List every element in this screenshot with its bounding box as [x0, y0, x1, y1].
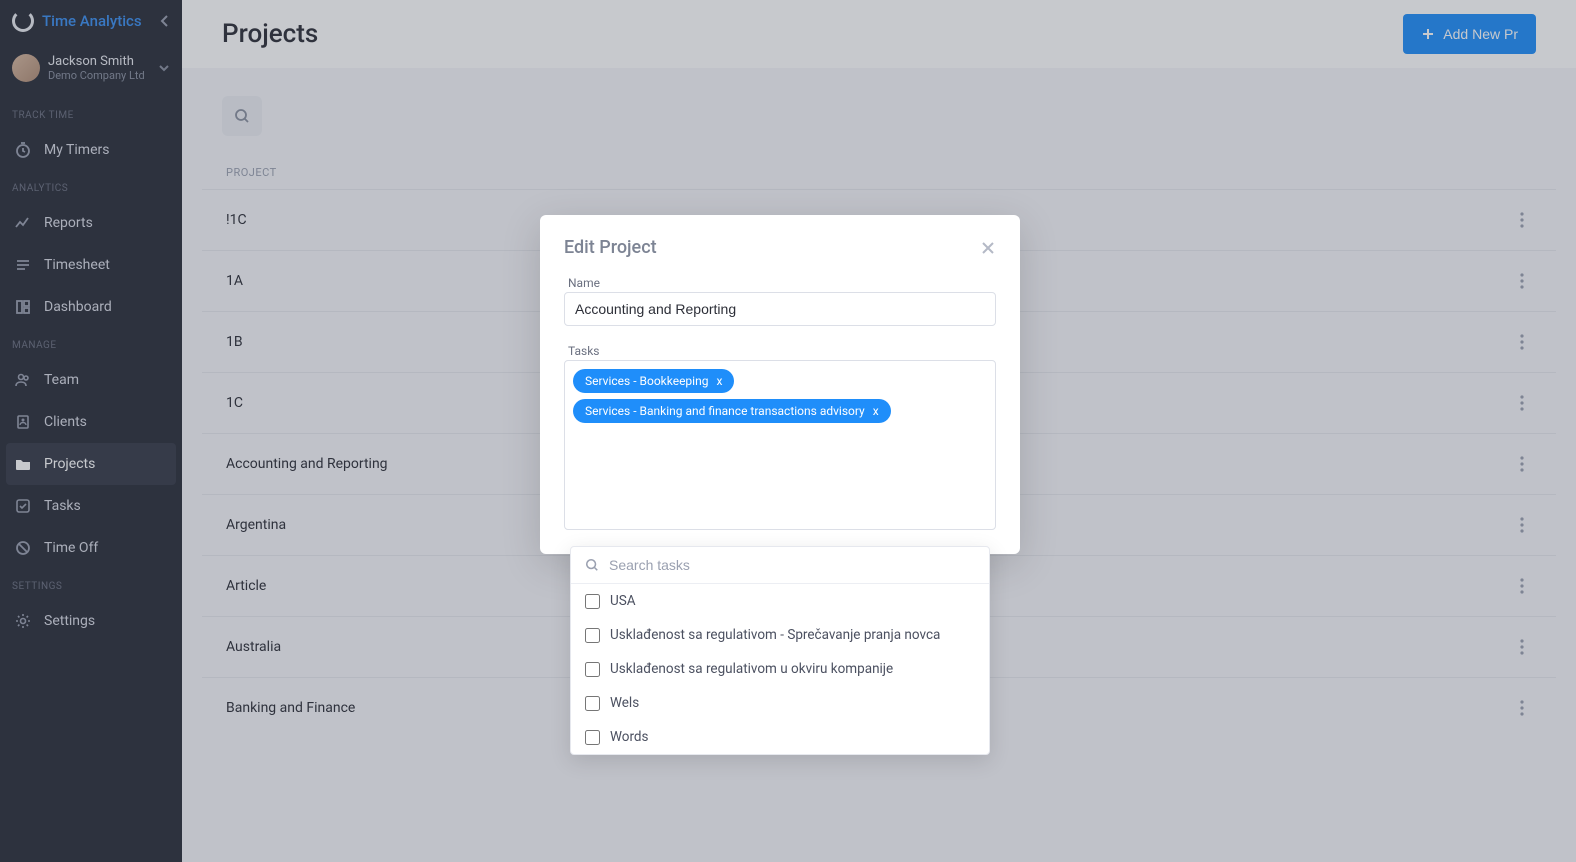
- task-option-label: Wels: [610, 695, 639, 711]
- modal-title: Edit Project: [564, 237, 657, 258]
- close-button[interactable]: [980, 240, 996, 256]
- modal-body: Name Tasks Services - BookkeepingxServic…: [540, 276, 1020, 554]
- tasks-search-row: [571, 547, 989, 584]
- tasks-options-list: USA Usklađenost sa regulativom - Sprečava…: [571, 584, 989, 754]
- task-option[interactable]: Words: [571, 720, 989, 754]
- task-chip: Services - Bookkeeping x: [573, 369, 734, 393]
- chip-label: Services - Bookkeeping: [585, 374, 708, 388]
- task-option-label: Usklađenost sa regulativom - Sprečavanje…: [610, 627, 940, 643]
- search-icon: [585, 558, 599, 572]
- chip-remove-button[interactable]: x: [873, 404, 879, 418]
- task-option[interactable]: Usklađenost sa regulativom - Sprečavanje…: [571, 618, 989, 652]
- tasks-field-label: Tasks: [564, 344, 996, 358]
- tasks-search-input[interactable]: [609, 557, 975, 573]
- close-icon: [980, 240, 996, 256]
- tasks-multiselect[interactable]: Services - Bookkeeping x Services - Bankin…: [564, 360, 996, 530]
- task-option-checkbox[interactable]: [585, 730, 600, 745]
- task-option-checkbox[interactable]: [585, 594, 600, 609]
- task-option[interactable]: Wels: [571, 686, 989, 720]
- task-chip: Services - Banking and finance transacti…: [573, 399, 891, 423]
- tasks-dropdown: USA Usklađenost sa regulativom - Sprečava…: [570, 546, 990, 755]
- name-field-label: Name: [564, 276, 996, 290]
- task-option[interactable]: USA: [571, 584, 989, 618]
- task-option-label: Words: [610, 729, 649, 745]
- task-option-checkbox[interactable]: [585, 662, 600, 677]
- task-option[interactable]: Usklađenost sa regulativom u okviru komp…: [571, 652, 989, 686]
- task-option-checkbox[interactable]: [585, 696, 600, 711]
- edit-project-modal: Edit Project Name Tasks Services - Bookk…: [540, 215, 1020, 554]
- project-name-input[interactable]: [564, 292, 996, 326]
- task-option-label: Usklađenost sa regulativom u okviru komp…: [610, 661, 893, 677]
- chip-label: Services - Banking and finance transacti…: [585, 404, 865, 418]
- task-option-label: USA: [610, 593, 636, 609]
- chip-remove-button[interactable]: x: [716, 374, 722, 388]
- task-option-checkbox[interactable]: [585, 628, 600, 643]
- modal-header: Edit Project: [540, 215, 1020, 276]
